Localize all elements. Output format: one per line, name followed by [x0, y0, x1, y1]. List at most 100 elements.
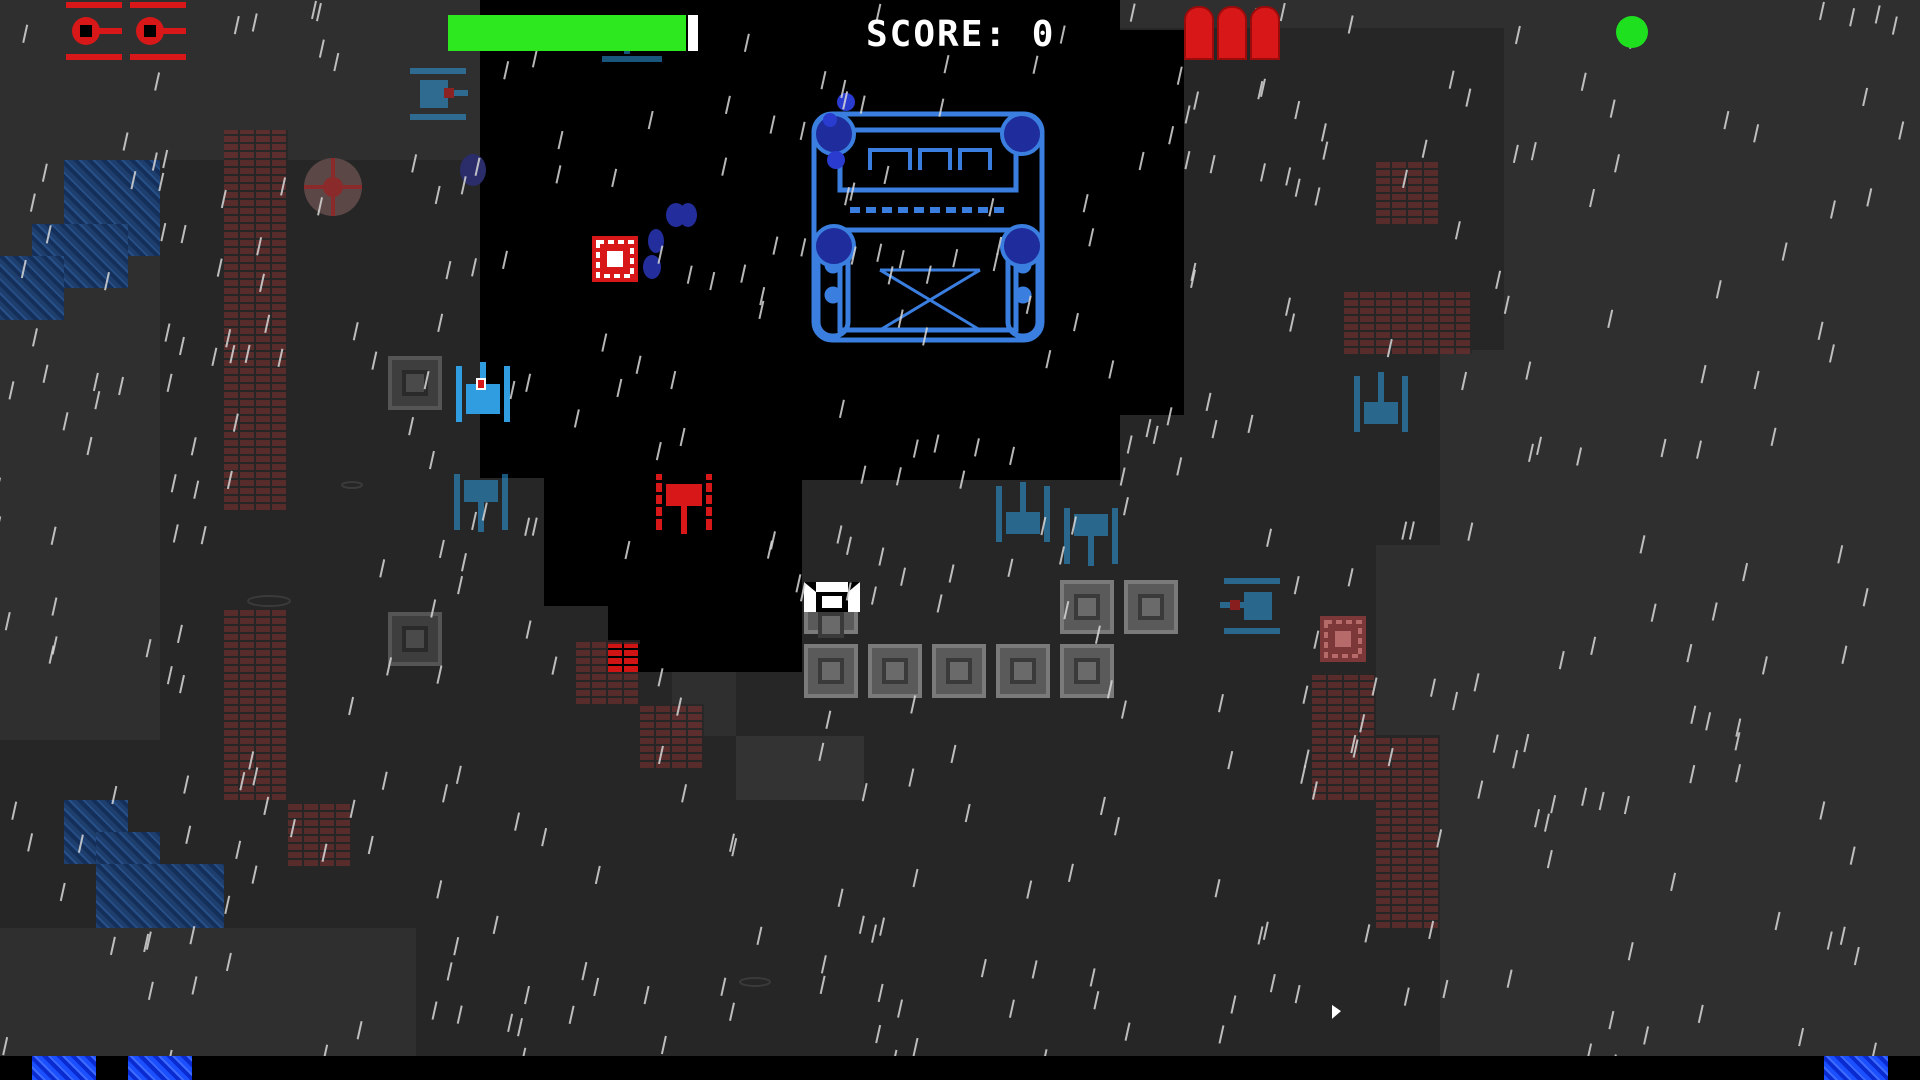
water-tile [0, 256, 64, 320]
ammo-shell-icon [1250, 6, 1280, 60]
raindrop [1247, 414, 1254, 434]
steel-block [1060, 644, 1114, 698]
raindrop [878, 547, 885, 566]
raindrop [492, 915, 499, 935]
ammo-shell-icon [1184, 6, 1214, 60]
raindrop [1205, 392, 1212, 412]
raindrop [1190, 262, 1197, 282]
raindrop [367, 835, 374, 855]
raindrop [1262, 921, 1269, 940]
raindrop [551, 656, 558, 675]
raindrop [819, 975, 826, 995]
water-tile [128, 1056, 192, 1080]
raindrop [1126, 435, 1133, 454]
raindrop [681, 784, 688, 803]
raindrop [871, 924, 877, 943]
raindrop [1257, 926, 1264, 945]
raindrop [514, 812, 521, 831]
health-bar-cap [688, 15, 698, 51]
raindrop [1120, 700, 1127, 719]
raindrop [525, 620, 532, 639]
water-tile [96, 864, 224, 928]
raindrop [1152, 425, 1159, 445]
brick-wall [1376, 738, 1440, 928]
raindrop [176, 624, 183, 644]
raindrop [948, 564, 955, 583]
raindrop [877, 983, 884, 1003]
enemy-tank [996, 482, 1050, 542]
steel-block [868, 644, 922, 698]
raindrop [1289, 313, 1296, 332]
game-viewport[interactable]: SCORE: 0 [0, 0, 1920, 1080]
raindrop [1257, 80, 1264, 100]
life-tank-icon [130, 2, 186, 60]
raindrop [160, 222, 167, 242]
raindrop [1089, 968, 1096, 987]
raindrop [1495, 270, 1502, 290]
raindrop [593, 977, 600, 997]
brick-wall [640, 704, 704, 768]
raindrop [348, 696, 355, 716]
raindrop [1313, 630, 1320, 649]
raindrop [731, 838, 738, 857]
raindrop [1303, 749, 1310, 768]
raindrop [352, 322, 359, 341]
raindrop [643, 985, 650, 1005]
raindrop [59, 882, 66, 902]
raindrop [1031, 960, 1038, 979]
score-display: SCORE: 0 [866, 14, 1055, 55]
raindrop [1421, 139, 1428, 158]
raindrop [875, 1024, 882, 1044]
brick-wall [1344, 290, 1472, 354]
raindrop [251, 865, 258, 884]
raindrop [1209, 154, 1216, 174]
raindrop [436, 665, 443, 684]
steel-block [1060, 580, 1114, 634]
steel-block [932, 644, 986, 698]
raindrop [507, 1013, 514, 1033]
raindrop [908, 768, 915, 787]
raindrop [460, 553, 467, 572]
raindrop [964, 803, 971, 823]
raindrop [594, 865, 601, 885]
raindrop [224, 895, 231, 915]
raindrop [1184, 105, 1191, 124]
raindrop [1294, 178, 1301, 197]
raindrop [879, 917, 886, 936]
fog-region [1504, 0, 1920, 350]
raindrop [408, 416, 415, 436]
brick-wall [1312, 675, 1376, 800]
raindrop [216, 258, 223, 277]
raindrop [166, 373, 173, 393]
raindrop [1293, 575, 1300, 595]
raindrop [166, 665, 173, 685]
fog-region [1120, 0, 1510, 28]
raindrop [1124, 1022, 1131, 1041]
raindrop [428, 450, 435, 470]
raindrop [1294, 100, 1301, 120]
raindrop [431, 1001, 438, 1020]
raindrop [1119, 467, 1126, 486]
raindrop [1401, 521, 1408, 540]
player-tank [656, 474, 712, 534]
raindrop [200, 525, 207, 545]
raindrop [912, 868, 919, 888]
raindrop [729, 1002, 735, 1021]
raindrop [1294, 984, 1301, 1004]
raindrop [568, 1005, 575, 1025]
raindrop [728, 833, 735, 852]
life-tank-icon [66, 2, 122, 60]
fog-region [736, 736, 864, 800]
raindrop [524, 985, 530, 1005]
raindrop [381, 771, 388, 790]
raindrop [950, 744, 957, 764]
steel-block [996, 644, 1050, 698]
fog-region [1440, 350, 1920, 1056]
raindrop [1008, 999, 1015, 1018]
raindrop [756, 926, 763, 946]
raindrop [1465, 88, 1472, 107]
raindrop [442, 784, 449, 803]
boss-projectiles [643, 203, 697, 279]
raindrop [1403, 987, 1410, 1006]
red-crate-pickup [592, 236, 638, 282]
